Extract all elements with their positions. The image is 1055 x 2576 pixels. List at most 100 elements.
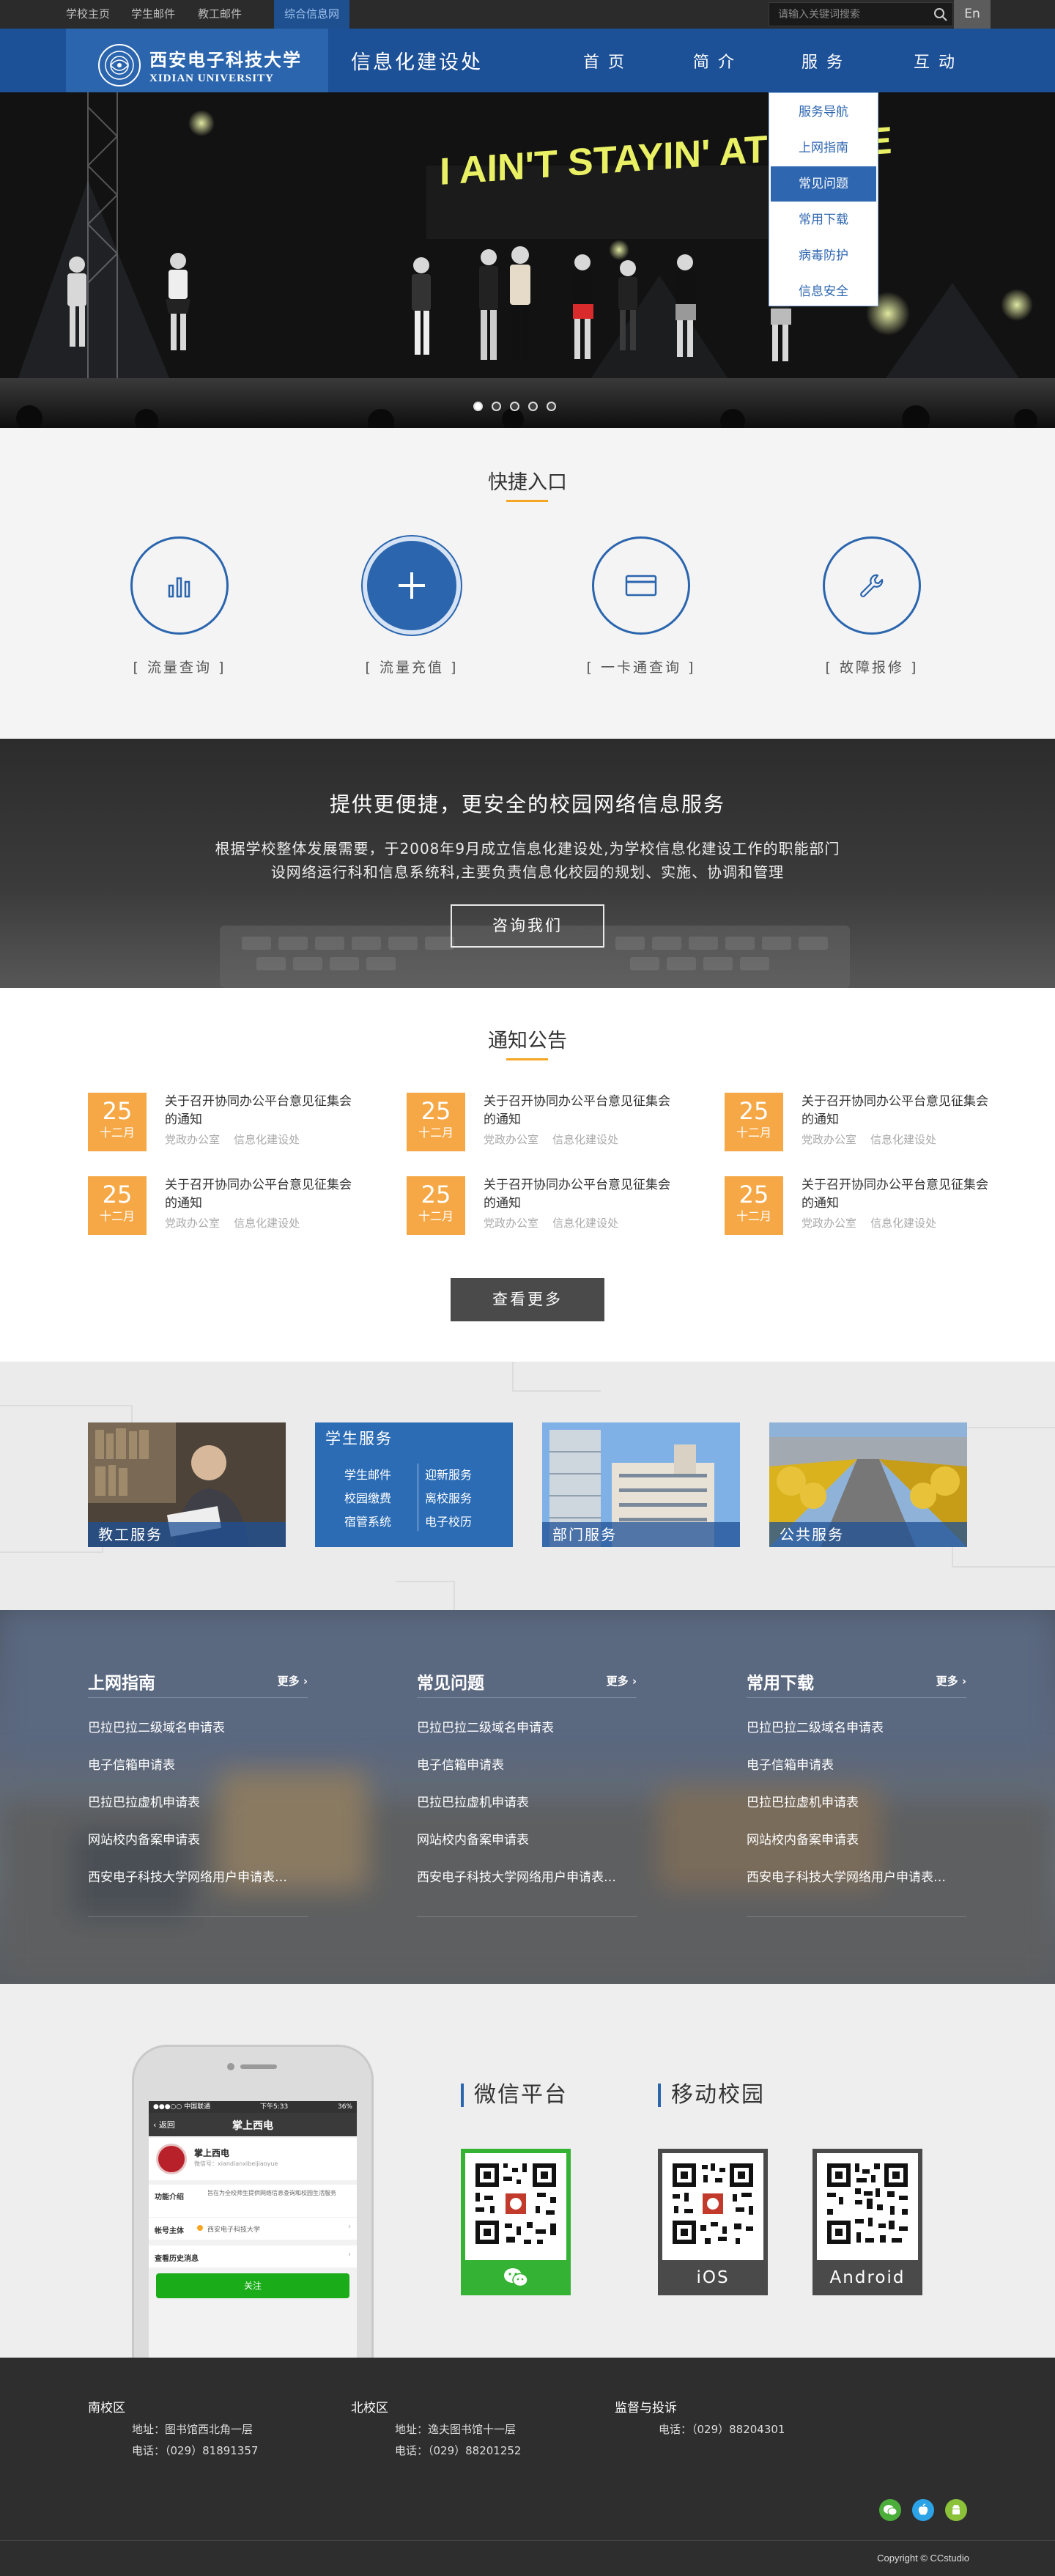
link-student-mail[interactable]: 学生邮件 bbox=[131, 0, 175, 29]
guide-column-title: 常用下载 更多 › bbox=[747, 1669, 966, 1698]
ios-label: iOS bbox=[658, 2260, 768, 2295]
student-link[interactable]: 迎新服务 bbox=[425, 1465, 498, 1483]
notice-date-badge: 25 十二月 bbox=[407, 1093, 465, 1151]
north-campus-address: 地址：逸夫图书馆十一层 bbox=[395, 2423, 517, 2436]
public-service-card[interactable]: 公共服务 bbox=[769, 1422, 967, 1547]
student-link[interactable]: 离校服务 bbox=[425, 1488, 498, 1506]
nav-item-home[interactable]: 首页 bbox=[583, 49, 633, 73]
notice-title[interactable]: 关于召开协同办公平台意见征集会的通知 bbox=[484, 1176, 670, 1213]
section-title: 通知公告 bbox=[488, 1030, 567, 1052]
university-logo[interactable]: 西安电子科技大学 XIDIAN UNIVERSITY bbox=[66, 29, 328, 102]
notice-meta: 党政办公室 信息化建设处 bbox=[165, 1133, 300, 1146]
status-time: 下午5:33 bbox=[259, 2103, 289, 2111]
menu-item-info-security[interactable]: 信息安全 bbox=[771, 274, 876, 309]
menu-item-downloads[interactable]: 常用下载 bbox=[771, 202, 876, 237]
wechat-icon[interactable] bbox=[879, 2499, 901, 2521]
guide-link[interactable]: 巴拉巴拉虚机申请表 bbox=[747, 1792, 966, 1810]
menu-item-service-nav[interactable]: 服务导航 bbox=[771, 95, 876, 130]
guide-link[interactable]: 巴拉巴拉二级域名申请表 bbox=[747, 1717, 966, 1735]
consult-us-button[interactable]: 咨询我们 bbox=[451, 904, 604, 948]
notice-title[interactable]: 关于召开协同办公平台意见征集会的通知 bbox=[802, 1176, 988, 1213]
main-nav: 西安电子科技大学 XIDIAN UNIVERSITY 信息化建设处 首页 简介 … bbox=[0, 29, 1055, 102]
notice-title[interactable]: 关于召开协同办公平台意见征集会的通知 bbox=[165, 1176, 352, 1213]
quick-traffic-recharge-button[interactable] bbox=[363, 536, 461, 635]
follow-button[interactable]: 关注 bbox=[156, 2273, 349, 2298]
carousel-dot[interactable] bbox=[510, 402, 519, 411]
guide-link[interactable]: 巴拉巴拉二级域名申请表 bbox=[417, 1717, 637, 1735]
carousel-dot[interactable] bbox=[547, 402, 556, 411]
carousel-dot[interactable] bbox=[492, 402, 501, 411]
student-link[interactable]: 宿管系统 bbox=[344, 1512, 425, 1529]
guide-link[interactable]: 巴拉巴拉二级域名申请表 bbox=[88, 1717, 308, 1735]
guide-link[interactable]: 西安电子科技大学网络用户申请表… bbox=[417, 1867, 637, 1885]
language-button[interactable]: En bbox=[954, 0, 991, 29]
phone-page-title: 掌上西电 bbox=[232, 2120, 273, 2132]
guide-column-title: 上网指南 更多 › bbox=[88, 1669, 308, 1698]
wechat-qr-card[interactable] bbox=[461, 2149, 571, 2295]
wrench-icon bbox=[860, 574, 884, 597]
notice-title[interactable]: 关于召开协同办公平台意见征集会的通知 bbox=[165, 1093, 352, 1129]
status-carrier: ●●●○○ 中国联通 bbox=[153, 2103, 211, 2111]
guide-link[interactable]: 巴拉巴拉虚机申请表 bbox=[88, 1792, 308, 1810]
wechat-icon bbox=[461, 2260, 571, 2295]
notice-item[interactable]: 25 十二月 关于召开协同办公平台意见征集会的通知 党政办公室 信息化建设处 bbox=[88, 1176, 352, 1235]
teacher-service-card[interactable]: 教工服务 bbox=[88, 1422, 286, 1547]
guide-link[interactable]: 西安电子科技大学网络用户申请表… bbox=[88, 1867, 308, 1885]
nav-item-interact[interactable]: 互动 bbox=[914, 49, 963, 73]
search-input[interactable] bbox=[778, 3, 925, 26]
nav-item-services[interactable]: 服务 bbox=[802, 49, 851, 73]
student-link[interactable]: 学生邮件 bbox=[344, 1465, 425, 1483]
quick-traffic-query-button[interactable] bbox=[130, 536, 229, 635]
student-link[interactable]: 电子校历 bbox=[425, 1512, 498, 1529]
divider bbox=[88, 1916, 308, 1917]
link-info-portal[interactable]: 综合信息网 bbox=[274, 0, 350, 29]
notice-title[interactable]: 关于召开协同办公平台意见征集会的通知 bbox=[802, 1093, 988, 1129]
more-link[interactable]: 更多 › bbox=[936, 1673, 966, 1689]
quick-label: [ 一卡通查询 ] bbox=[586, 660, 696, 676]
notice-title[interactable]: 关于召开协同办公平台意见征集会的通知 bbox=[484, 1093, 670, 1129]
menu-item-virus-protection[interactable]: 病毒防护 bbox=[771, 238, 876, 273]
notice-item[interactable]: 25 十二月 关于召开协同办公平台意见征集会的通知 党政办公室 信息化建设处 bbox=[725, 1093, 988, 1151]
owner-value: 西安电子科技大学 bbox=[207, 2226, 261, 2234]
func-text: 旨在为全校师生提供网络信息查询和校园生活服务 bbox=[207, 2190, 336, 2196]
notice-item[interactable]: 25 十二月 关于召开协同办公平台意见征集会的通知 党政办公室 信息化建设处 bbox=[88, 1093, 352, 1151]
apple-icon[interactable] bbox=[912, 2499, 934, 2521]
notice-item[interactable]: 25 十二月 关于召开协同办公平台意见征集会的通知 党政办公室 信息化建设处 bbox=[407, 1176, 670, 1235]
guide-link[interactable]: 巴拉巴拉虚机申请表 bbox=[417, 1792, 637, 1810]
quick-card-query-button[interactable] bbox=[592, 536, 690, 635]
nav-item-about[interactable]: 简介 bbox=[693, 49, 743, 73]
more-link[interactable]: 更多 › bbox=[607, 1673, 637, 1689]
account-id: 微信号：xiandianxibeijiaoyue bbox=[194, 2160, 278, 2167]
view-more-button[interactable]: 查看更多 bbox=[451, 1278, 604, 1321]
android-icon[interactable] bbox=[945, 2499, 967, 2521]
guide-column: 常用下载 更多 › 巴拉巴拉二级域名申请表 电子信箱申请表 巴拉巴拉虚机申请表 网… bbox=[747, 1669, 966, 1885]
history-row[interactable]: 查看历史消息 › bbox=[149, 2245, 357, 2267]
quick-fault-report-button[interactable] bbox=[823, 536, 921, 635]
hero-carousel: I AIN'T STAYIN' AT HOME bbox=[0, 92, 1055, 428]
link-staff-mail[interactable]: 教工邮件 bbox=[198, 0, 242, 29]
guide-link[interactable]: 网站校内备案申请表 bbox=[417, 1829, 637, 1848]
more-link[interactable]: 更多 › bbox=[278, 1673, 308, 1689]
qr-code-icon bbox=[668, 2159, 758, 2248]
guide-link[interactable]: 电子信箱申请表 bbox=[417, 1754, 637, 1773]
notice-item[interactable]: 25 十二月 关于召开协同办公平台意见征集会的通知 党政办公室 信息化建设处 bbox=[725, 1176, 988, 1235]
department-service-card[interactable]: 部门服务 bbox=[542, 1422, 740, 1547]
student-service-card[interactable]: 学生服务 学生邮件 迎新服务 校园缴费 离校服务 宿管系统 电子校历 bbox=[315, 1422, 513, 1547]
carousel-dot[interactable] bbox=[473, 402, 483, 411]
link-school-home[interactable]: 学校主页 bbox=[66, 0, 110, 29]
android-qr-card[interactable]: Android bbox=[812, 2149, 922, 2295]
ios-qr-card[interactable]: iOS bbox=[658, 2149, 768, 2295]
guide-link[interactable]: 电子信箱申请表 bbox=[88, 1754, 308, 1773]
guide-column-title: 常见问题 更多 › bbox=[417, 1669, 637, 1698]
guide-link[interactable]: 电子信箱申请表 bbox=[747, 1754, 966, 1773]
student-link[interactable]: 校园缴费 bbox=[344, 1488, 425, 1506]
notice-date-badge: 25 十二月 bbox=[88, 1176, 147, 1235]
menu-item-internet-guide[interactable]: 上网指南 bbox=[771, 130, 876, 166]
notice-item[interactable]: 25 十二月 关于召开协同办公平台意见征集会的通知 党政办公室 信息化建设处 bbox=[407, 1093, 670, 1151]
guide-link[interactable]: 网站校内备案申请表 bbox=[747, 1829, 966, 1848]
guide-link[interactable]: 网站校内备案申请表 bbox=[88, 1829, 308, 1848]
menu-item-faq[interactable]: 常见问题 bbox=[771, 166, 876, 202]
carousel-dot[interactable] bbox=[528, 402, 538, 411]
search-icon[interactable] bbox=[933, 7, 948, 22]
guide-link[interactable]: 西安电子科技大学网络用户申请表… bbox=[747, 1867, 966, 1885]
